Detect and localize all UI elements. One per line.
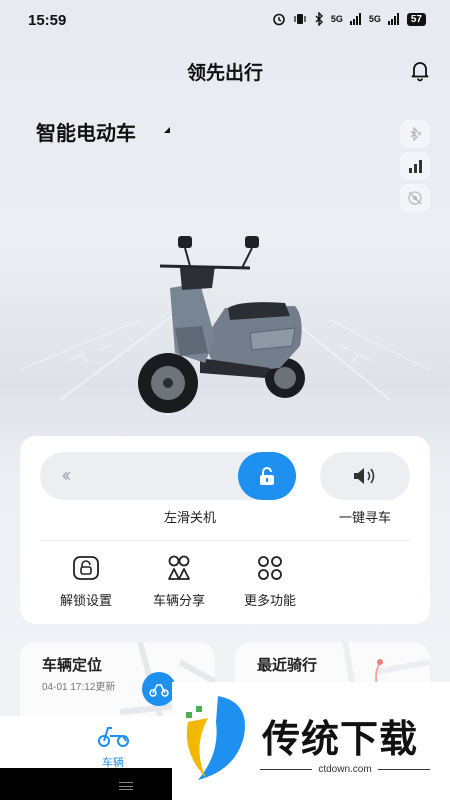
divider [40,540,410,541]
bluetooth-off-icon[interactable] [400,120,430,148]
scooter-image [138,236,305,413]
recent-ride-title: 最近骑行 [257,657,318,674]
watermark-line-right [377,769,431,770]
scooter-nav-icon [98,727,129,747]
nav-item-vehicle[interactable]: 车辆 [88,722,138,770]
vehicle-location-title: 车辆定位 [42,657,103,674]
status-time: 15:59 [28,12,67,29]
speaker-icon [354,468,375,484]
gps-off-icon[interactable] [400,184,430,212]
caret-down-icon[interactable] [164,127,170,133]
more-functions-icon [258,556,282,580]
vehicle-share-label: 车辆分享 [152,593,205,608]
share-icon [168,555,190,580]
page-title: 领先出行 [186,63,263,84]
watermark-url-row: ctdown.com [260,764,431,775]
slide-to-power-off-track[interactable]: ‹‹ [40,452,296,500]
more-functions-button[interactable]: 更多功能 [235,554,305,609]
watermark-line-left [260,769,313,770]
slider-arrows: ‹‹ [62,465,71,485]
location-updated-time: 04-01 17:12更新 [42,682,116,693]
battery-indicator: 57 [406,12,426,26]
menu-icon[interactable] [119,782,133,790]
network-5g-1: 5G [330,14,343,24]
status-icons: 5G 5G 57 [272,12,426,26]
signal-icon-2 [387,13,399,25]
find-vehicle-button[interactable] [320,452,410,500]
signal-bars-icon[interactable] [400,152,430,180]
alarm-icon [273,13,285,26]
unlock-icon [260,467,274,485]
vehicle-selector[interactable]: 智能电动车 [36,117,136,146]
unlock-slider-knob[interactable] [238,452,296,500]
scooter-pin-icon [149,684,169,697]
network-5g-2: 5G [368,14,381,24]
bell-icon[interactable] [408,58,432,82]
unlock-settings-icon [73,556,99,580]
find-vehicle-label: 一键寻车 [338,510,391,525]
status-bar: 15:59 5G 5G 57 [0,0,450,42]
watermark: 传统下载 ctdown.com [172,682,450,800]
control-card: ‹‹ 左滑关机 一键寻车 解锁设置 车辆分享 更多功能 [20,436,430,624]
watermark-logo [186,696,245,780]
scooter-location-pin [142,672,176,706]
slide-power-off-label: 左滑关机 [163,510,216,525]
watermark-url: ctdown.com [318,764,372,775]
watermark-text: 传统下载 [262,719,419,761]
bluetooth-icon [315,12,323,26]
vibrate-icon [294,14,306,24]
vehicle-share-button[interactable]: 车辆分享 [144,554,214,609]
unlock-settings-label: 解锁设置 [59,593,112,608]
unlock-settings-button[interactable]: 解锁设置 [51,554,121,609]
more-functions-label: 更多功能 [243,593,296,608]
signal-icon [349,13,361,25]
